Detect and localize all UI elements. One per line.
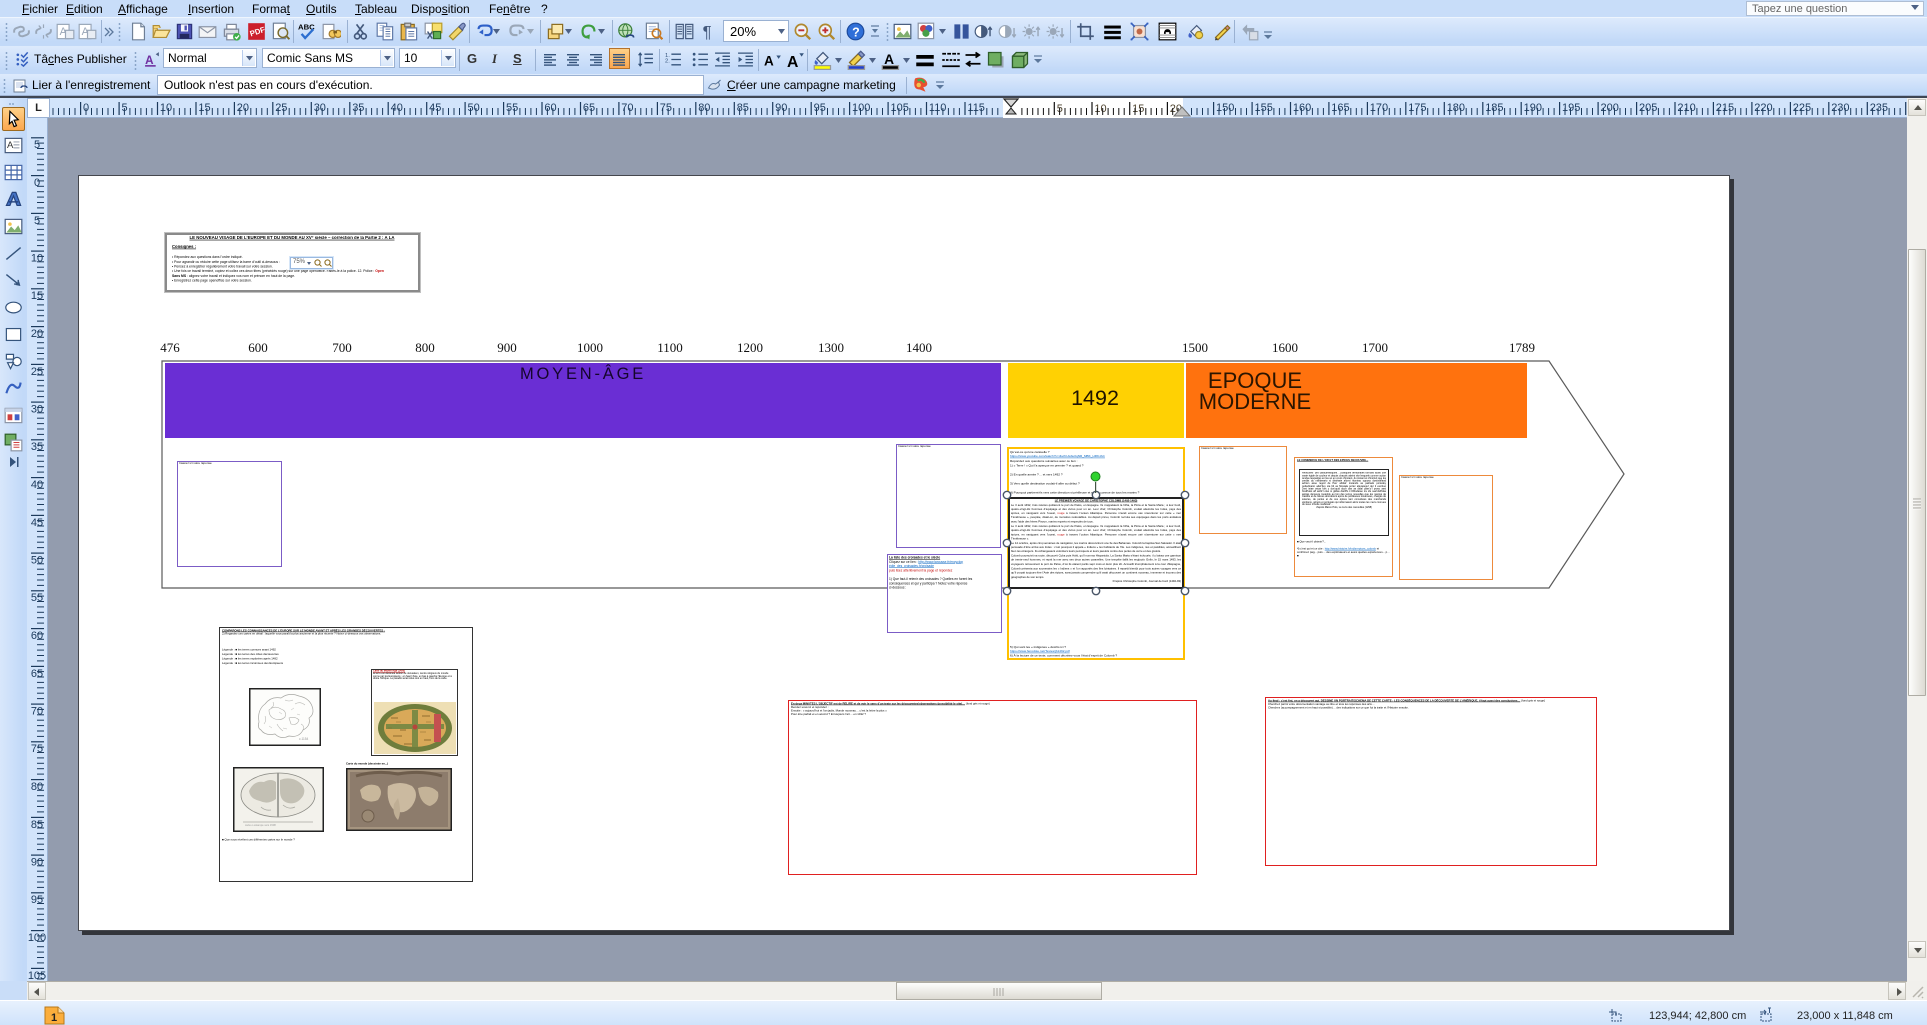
svg-text:5: 5 [122, 102, 128, 114]
svg-text:35: 35 [31, 441, 43, 453]
svg-text:235: 235 [1870, 102, 1888, 114]
svg-text:210: 210 [1677, 102, 1695, 114]
svg-text:155: 155 [1255, 102, 1273, 114]
svg-text:115: 115 [967, 102, 985, 114]
svg-text:30: 30 [314, 102, 326, 114]
svg-text:carte o estampe vers 1508: carte o estampe vers 1508 [245, 823, 276, 827]
svg-text:80: 80 [31, 781, 43, 793]
svg-text:50: 50 [468, 102, 480, 114]
svg-text:20: 20 [31, 328, 43, 340]
svg-text:25: 25 [275, 102, 287, 114]
svg-text:?: ? [852, 25, 860, 39]
svg-text:105: 105 [891, 102, 909, 114]
svg-text:45: 45 [31, 517, 43, 529]
svg-text:10: 10 [1094, 103, 1106, 115]
svg-text:60: 60 [31, 630, 43, 642]
svg-text:65: 65 [31, 668, 43, 680]
svg-text:90: 90 [31, 857, 43, 869]
svg-text:195: 195 [1562, 102, 1580, 114]
svg-text:220: 220 [1754, 102, 1772, 114]
svg-text:95: 95 [814, 102, 826, 114]
svg-text:5: 5 [34, 215, 40, 227]
svg-text:60: 60 [544, 102, 556, 114]
svg-text:75: 75 [31, 743, 43, 755]
svg-text:40: 40 [391, 102, 403, 114]
svg-text:25: 25 [31, 366, 43, 378]
svg-text:105: 105 [28, 970, 46, 982]
svg-text:¶: ¶ [703, 22, 712, 41]
svg-text:0: 0 [34, 177, 40, 189]
svg-text:A: A [764, 54, 774, 69]
svg-text:65: 65 [583, 102, 595, 114]
svg-text:1: 1 [51, 1012, 57, 1024]
svg-text:200: 200 [1601, 102, 1619, 114]
svg-text:215: 215 [1716, 102, 1734, 114]
svg-text:180: 180 [1447, 102, 1465, 114]
svg-text:A: A [7, 140, 14, 151]
svg-text:5: 5 [34, 139, 40, 151]
svg-text:A: A [884, 52, 894, 67]
svg-text:10: 10 [31, 253, 43, 265]
svg-text:15: 15 [31, 290, 43, 302]
svg-text:190: 190 [1524, 102, 1542, 114]
svg-text:15: 15 [1132, 103, 1144, 115]
svg-text:110: 110 [929, 102, 947, 114]
svg-text:100: 100 [28, 932, 46, 944]
svg-text:55: 55 [31, 592, 43, 604]
svg-text:85: 85 [737, 102, 749, 114]
svg-text:20: 20 [237, 102, 249, 114]
svg-text:90: 90 [775, 102, 787, 114]
svg-text:2.: 2. [665, 59, 670, 65]
svg-text:80: 80 [698, 102, 710, 114]
svg-text:95: 95 [31, 894, 43, 906]
svg-text:230: 230 [1831, 102, 1849, 114]
svg-text:A: A [145, 54, 154, 67]
svg-text:205: 205 [1639, 102, 1657, 114]
svg-text:160: 160 [1293, 102, 1311, 114]
svg-text:170: 170 [1370, 102, 1388, 114]
svg-text:15: 15 [198, 102, 210, 114]
svg-text:c.1154: c.1154 [299, 737, 309, 741]
svg-text:185: 185 [1485, 102, 1503, 114]
svg-text:35: 35 [352, 102, 364, 114]
svg-text:85: 85 [31, 819, 43, 831]
svg-text:75: 75 [660, 102, 672, 114]
svg-text:70: 70 [31, 706, 43, 718]
svg-text:30: 30 [31, 404, 43, 416]
svg-text:165: 165 [1331, 102, 1349, 114]
svg-text:150: 150 [1216, 102, 1234, 114]
svg-text:70: 70 [621, 102, 633, 114]
svg-text:225: 225 [1793, 102, 1811, 114]
svg-text:100: 100 [852, 102, 870, 114]
svg-text:45: 45 [429, 102, 441, 114]
svg-text:A: A [787, 54, 798, 69]
svg-text:0: 0 [83, 102, 89, 114]
svg-text:10: 10 [160, 102, 172, 114]
svg-text:55: 55 [506, 102, 518, 114]
svg-text:40: 40 [31, 479, 43, 491]
svg-text:50: 50 [31, 555, 43, 567]
svg-text:175: 175 [1408, 102, 1426, 114]
